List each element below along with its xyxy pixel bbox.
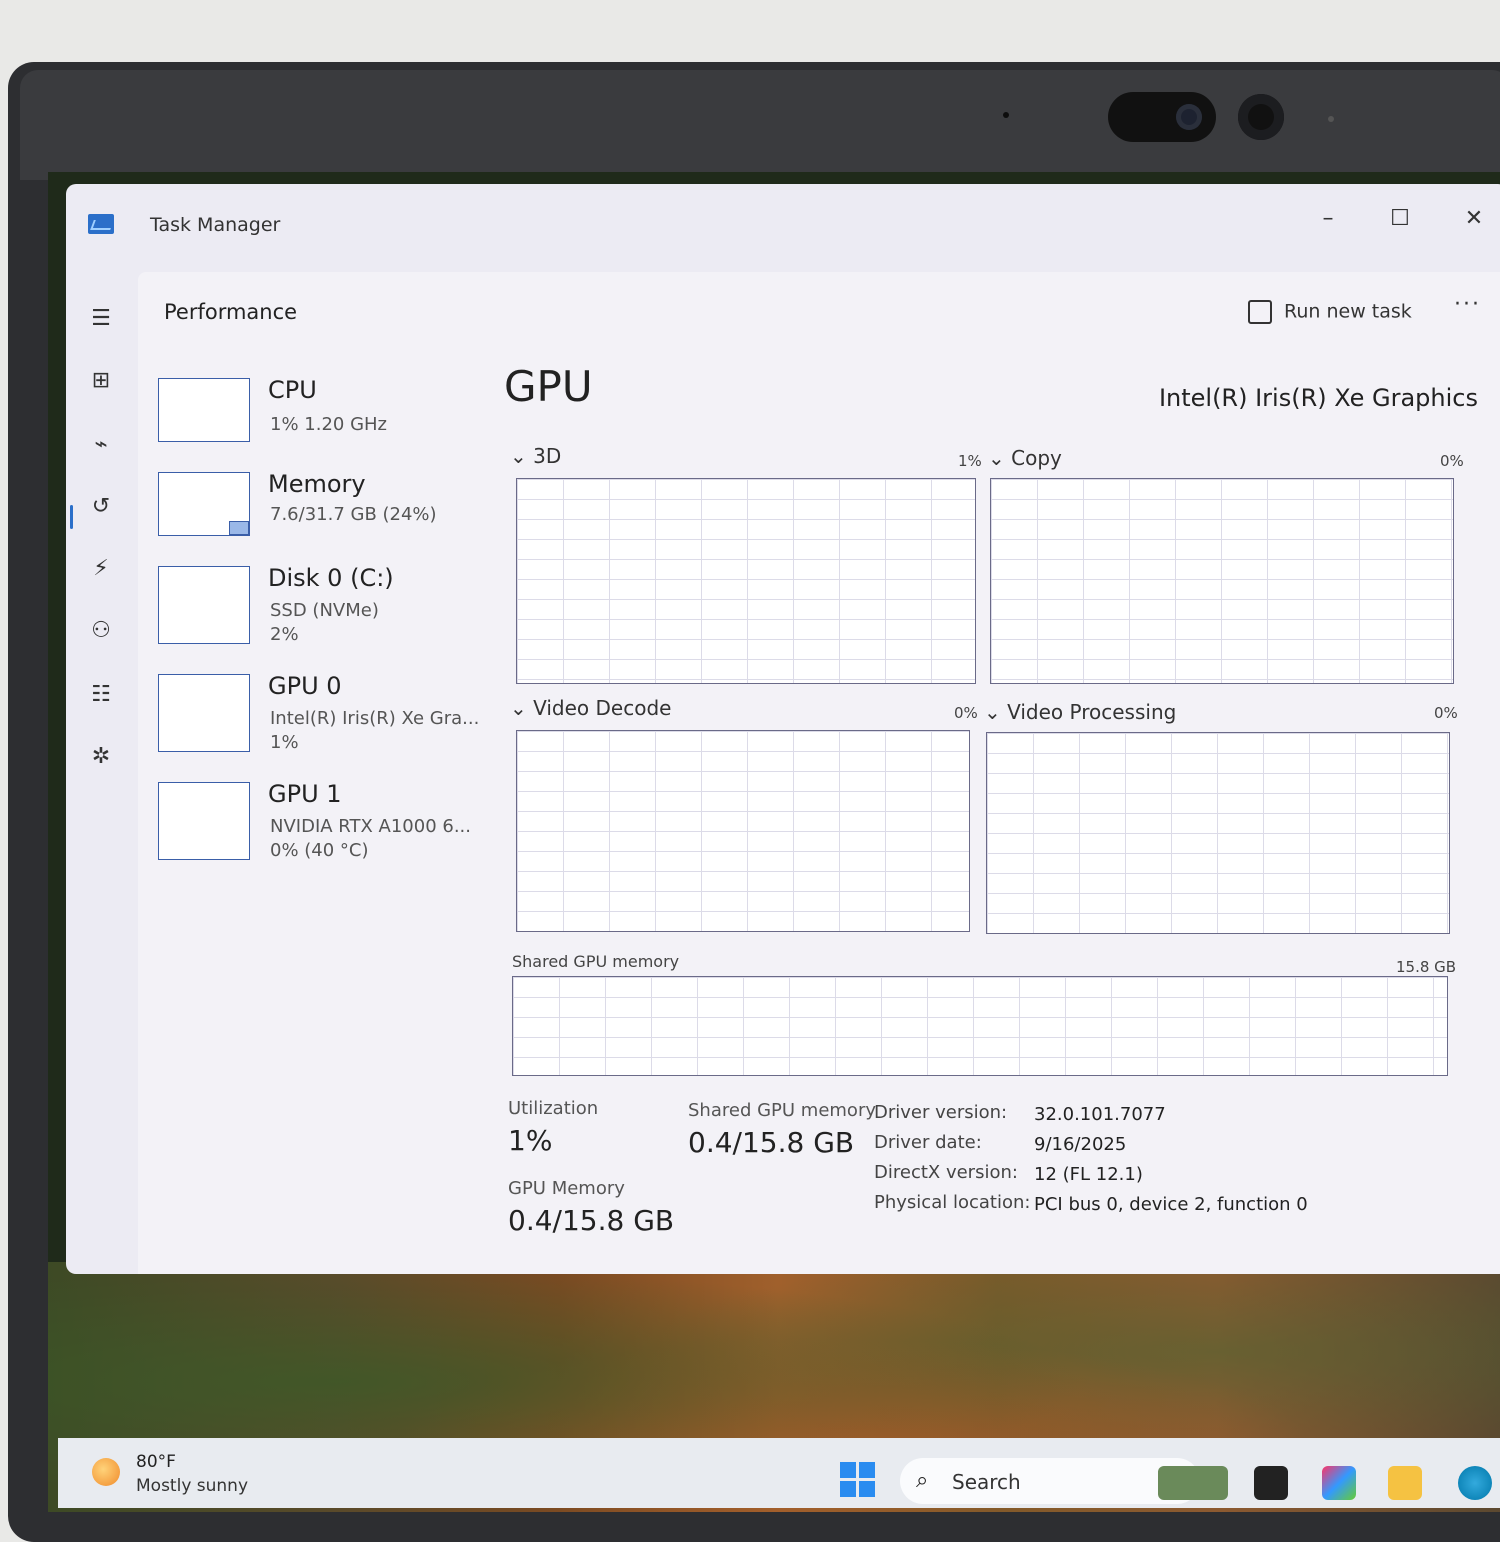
maximize-button[interactable]: ☐	[1380, 204, 1420, 234]
run-new-task-button[interactable]: Run new task	[1248, 300, 1412, 324]
resource-detail: 0% (40 °C)	[270, 840, 369, 861]
resource-name: CPU	[268, 376, 317, 404]
physical-location-key: Physical location:	[874, 1192, 1031, 1213]
resource-item-gpu0[interactable]: GPU 0 Intel(R) Iris(R) Xe Gra... 1%	[158, 672, 488, 764]
sensor-dot	[1003, 112, 1009, 118]
resource-item-cpu[interactable]: CPU 1% 1.20 GHz	[158, 376, 488, 468]
gpu0-thumbnail	[158, 674, 250, 752]
app-history-icon[interactable]: ↺	[86, 492, 116, 522]
details-icon[interactable]: ☷	[86, 680, 116, 710]
engine-label: Copy	[1011, 446, 1062, 470]
resource-detail: 1% 1.20 GHz	[270, 414, 388, 435]
search-icon: ⌕	[916, 1468, 929, 1493]
sidebar-nav: ☰ ⊞ ⌁ ↺ ⚡ ⚇ ☷ ✲ ⚙	[66, 260, 138, 1274]
engine-label: Video Processing	[1007, 700, 1177, 724]
search-highlight-icon[interactable]	[1158, 1466, 1228, 1500]
run-task-label: Run new task	[1284, 300, 1412, 323]
webcam-lens	[1176, 104, 1202, 130]
resource-item-memory[interactable]: Memory 7.6/31.7 GB (24%)	[158, 470, 488, 562]
gpu-memory-value: 0.4/15.8 GB	[508, 1204, 675, 1237]
driver-version-key: Driver version:	[874, 1102, 1008, 1123]
performance-panel: Performance Run new task ··· CPU 1% 1.20…	[138, 272, 1500, 1274]
engine-copy-dropdown[interactable]: ⌄ Copy	[988, 446, 1062, 470]
graph-3d	[516, 478, 976, 684]
engine-label: Video Decode	[533, 696, 672, 720]
gpu-memory-label: GPU Memory	[508, 1178, 625, 1199]
led-dot	[1328, 116, 1334, 122]
page-title: Performance	[164, 300, 298, 324]
title-bar[interactable]: Task Manager – ☐ ✕	[66, 184, 1500, 260]
edge-browser-icon[interactable]	[1458, 1466, 1492, 1500]
hamburger-menu-icon[interactable]: ☰	[86, 304, 116, 334]
engine-percent: 0%	[1440, 452, 1464, 470]
shared-memory-label: Shared GPU memory	[512, 952, 680, 971]
window-title: Task Manager	[150, 214, 281, 236]
physical-location-value: PCI bus 0, device 2, function 0	[1034, 1194, 1308, 1215]
resource-detail: Intel(R) Iris(R) Xe Gra...	[270, 708, 480, 729]
directx-version-key: DirectX version:	[874, 1162, 1018, 1183]
driver-date-key: Driver date:	[874, 1132, 982, 1153]
shared-memory-stat-value: 0.4/15.8 GB	[688, 1126, 855, 1159]
resource-name: Memory	[268, 470, 366, 498]
resource-name: Disk 0 (C:)	[268, 564, 394, 592]
copilot-icon[interactable]	[1322, 1466, 1356, 1500]
gpu1-thumbnail	[158, 782, 250, 860]
graph-copy	[990, 478, 1454, 684]
resource-name: GPU 0	[268, 672, 342, 700]
screen: Task Manager – ☐ ✕ ☰ ⊞ ⌁ ↺ ⚡ ⚇ ☷ ✲ ⚙ Per…	[48, 172, 1500, 1512]
selected-indicator	[70, 505, 73, 529]
start-windows-icon[interactable]	[840, 1462, 876, 1498]
cpu-thumbnail	[158, 378, 250, 442]
resource-detail: 1%	[270, 732, 299, 753]
more-options-icon[interactable]: ···	[1454, 292, 1481, 317]
processes-icon[interactable]: ⊞	[86, 366, 116, 396]
task-view-icon[interactable]	[1254, 1466, 1288, 1500]
engine-percent: 1%	[958, 452, 982, 470]
resource-item-disk[interactable]: Disk 0 (C:) SSD (NVMe) 2%	[158, 564, 488, 656]
directx-version-value: 12 (FL 12.1)	[1034, 1164, 1143, 1185]
shared-memory-max: 15.8 GB	[1396, 958, 1457, 976]
weather-sun-icon[interactable]	[92, 1458, 120, 1486]
resource-item-gpu1[interactable]: GPU 1 NVIDIA RTX A1000 6... 0% (40 °C)	[158, 780, 488, 872]
gpu-model-name: Intel(R) Iris(R) Xe Graphics	[1158, 384, 1478, 412]
file-explorer-icon[interactable]	[1388, 1466, 1422, 1500]
startup-apps-icon[interactable]: ⚡	[86, 554, 116, 584]
resource-detail: SSD (NVMe)	[270, 600, 379, 621]
taskbar-search[interactable]: ⌕ Search	[900, 1458, 1200, 1504]
driver-date-value: 9/16/2025	[1034, 1134, 1127, 1155]
engine-percent: 0%	[954, 704, 978, 722]
minimize-button[interactable]: –	[1308, 204, 1348, 234]
performance-icon[interactable]: ⌁	[86, 430, 116, 460]
search-placeholder: Search	[952, 1470, 1021, 1494]
weather-condition[interactable]: Mostly sunny	[136, 1476, 248, 1496]
engine-video-processing-dropdown[interactable]: ⌄ Video Processing	[984, 700, 1176, 724]
task-manager-window: Task Manager – ☐ ✕ ☰ ⊞ ⌁ ↺ ⚡ ⚇ ☷ ✲ ⚙ Per…	[66, 184, 1500, 1274]
disk-thumbnail	[158, 566, 250, 644]
shared-memory-stat-label: Shared GPU memory	[688, 1100, 876, 1121]
task-manager-icon	[88, 214, 114, 234]
engine-3d-dropdown[interactable]: ⌄ 3D	[510, 444, 561, 468]
gpu-heading: GPU	[504, 362, 593, 411]
ir-camera	[1238, 94, 1284, 140]
driver-version-value: 32.0.101.7077	[1034, 1104, 1166, 1125]
engine-video-decode-dropdown[interactable]: ⌄ Video Decode	[510, 696, 671, 720]
weather-temperature[interactable]: 80°F	[136, 1452, 176, 1472]
engine-percent: 0%	[1434, 704, 1458, 722]
run-task-icon	[1248, 300, 1272, 324]
services-icon[interactable]: ✲	[86, 742, 116, 772]
graph-video-decode	[516, 730, 970, 932]
memory-thumbnail	[158, 472, 250, 536]
graph-shared-memory	[512, 976, 1448, 1076]
utilization-value: 1%	[508, 1124, 553, 1157]
close-button[interactable]: ✕	[1454, 204, 1494, 234]
utilization-label: Utilization	[508, 1098, 599, 1119]
engine-label: 3D	[533, 444, 562, 468]
users-icon[interactable]: ⚇	[86, 616, 116, 646]
taskbar: 80°F Mostly sunny ⌕ Search	[58, 1438, 1500, 1508]
resource-detail: 7.6/31.7 GB (24%)	[270, 504, 437, 525]
graph-video-processing	[986, 732, 1450, 934]
resource-detail: 2%	[270, 624, 299, 645]
resource-detail: NVIDIA RTX A1000 6...	[270, 816, 471, 837]
resource-name: GPU 1	[268, 780, 342, 808]
